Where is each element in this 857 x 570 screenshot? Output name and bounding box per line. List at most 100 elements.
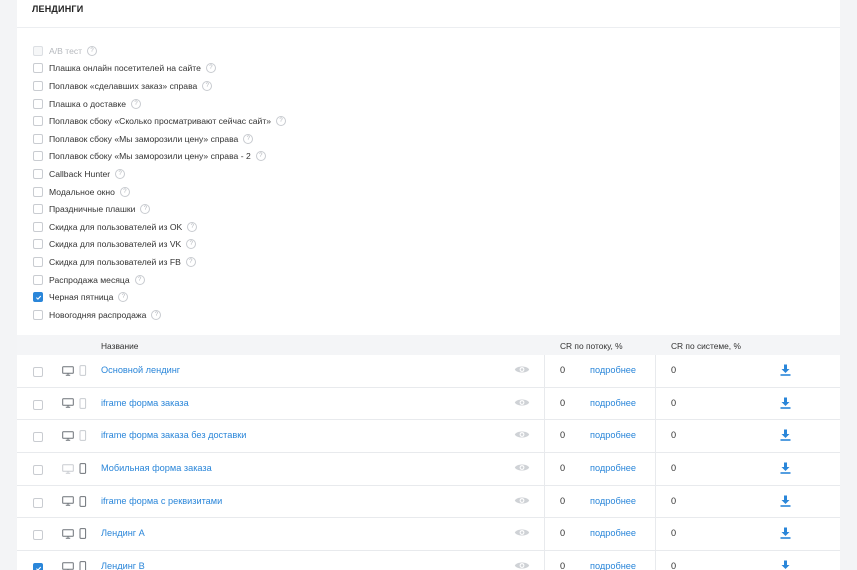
device-icons xyxy=(62,561,87,570)
option-label: Черная пятница xyxy=(49,292,114,303)
option-checkbox[interactable] xyxy=(33,116,43,127)
download-button[interactable] xyxy=(780,560,791,570)
preview-button[interactable] xyxy=(514,495,530,508)
more-link[interactable]: подробнее xyxy=(590,398,636,408)
question-circle-icon[interactable]: ? xyxy=(131,98,142,109)
question-circle-icon[interactable]: ? xyxy=(119,186,130,197)
download-button[interactable] xyxy=(780,495,791,509)
landing-name-link[interactable]: iframe форма заказа xyxy=(101,398,189,408)
eye-icon[interactable] xyxy=(514,397,530,408)
eye-icon[interactable] xyxy=(514,364,530,375)
landing-name-link[interactable]: Лендинг A xyxy=(101,528,145,538)
phone-icon xyxy=(79,365,87,376)
phone-icon xyxy=(79,463,87,474)
option-item: A/B тест? xyxy=(33,42,286,60)
option-checkbox[interactable] xyxy=(33,309,43,320)
column-divider xyxy=(655,453,656,485)
download-button[interactable] xyxy=(780,397,791,411)
more-link[interactable]: подробнее xyxy=(590,496,636,506)
download-icon[interactable] xyxy=(780,462,791,474)
row-checkbox[interactable] xyxy=(33,563,43,570)
eye-icon[interactable] xyxy=(514,527,530,538)
question-circle-icon[interactable]: ? xyxy=(151,309,162,320)
row-checkbox[interactable] xyxy=(33,465,43,476)
download-icon[interactable] xyxy=(780,429,791,442)
more-link[interactable]: подробнее xyxy=(590,561,636,570)
cr-system-value: 0 xyxy=(671,397,677,408)
option-checkbox[interactable] xyxy=(33,256,43,267)
eye-icon[interactable] xyxy=(514,495,530,506)
row-checkbox[interactable] xyxy=(33,399,43,410)
question-circle-icon[interactable]: ? xyxy=(202,80,213,91)
option-item: Поплавок сбоку «Мы заморозили цену» спра… xyxy=(33,130,286,148)
option-checkbox[interactable] xyxy=(33,133,43,144)
download-icon[interactable] xyxy=(780,560,791,570)
option-label: Скидка для пользователей из FB xyxy=(49,256,181,267)
preview-button[interactable] xyxy=(514,527,530,540)
landing-name-link[interactable]: iframe форма заказа без доставки xyxy=(101,430,246,440)
option-label: Модальное окно xyxy=(49,186,115,197)
question-circle-icon[interactable]: ? xyxy=(186,239,197,250)
more-link[interactable]: подробнее xyxy=(590,365,636,375)
landing-name-link[interactable]: iframe форма с реквизитами xyxy=(101,496,222,506)
phone-icon xyxy=(79,561,87,570)
preview-button[interactable] xyxy=(514,364,530,377)
question-circle-icon[interactable]: ? xyxy=(134,274,145,285)
option-checkbox[interactable] xyxy=(33,292,43,303)
option-checkbox[interactable] xyxy=(33,186,43,197)
question-circle-icon[interactable]: ? xyxy=(255,151,266,162)
question-circle-icon[interactable]: ? xyxy=(243,133,254,144)
question-circle-icon[interactable]: ? xyxy=(118,292,129,303)
row-checkbox[interactable] xyxy=(33,497,43,508)
option-checkbox[interactable] xyxy=(33,221,43,232)
eye-icon[interactable] xyxy=(514,560,530,570)
preview-button[interactable] xyxy=(514,397,530,410)
eye-icon[interactable] xyxy=(514,462,530,473)
row-checkbox[interactable] xyxy=(33,530,43,541)
landing-name-link[interactable]: Лендинг B xyxy=(101,561,145,570)
preview-button[interactable] xyxy=(514,462,530,475)
preview-button[interactable] xyxy=(514,429,530,442)
option-item: Скидка для пользователей из OK? xyxy=(33,218,286,236)
preview-button[interactable] xyxy=(514,560,530,570)
eye-icon[interactable] xyxy=(514,429,530,440)
phone-icon xyxy=(79,397,87,409)
more-link[interactable]: подробнее xyxy=(590,463,636,473)
option-checkbox[interactable] xyxy=(33,63,43,74)
landing-name-link[interactable]: Мобильная форма заказа xyxy=(101,463,212,473)
option-checkbox[interactable] xyxy=(33,80,43,91)
option-label: Скидка для пользователей из OK xyxy=(49,221,183,232)
download-icon[interactable] xyxy=(780,527,791,540)
download-button[interactable] xyxy=(780,364,791,378)
download-button[interactable] xyxy=(780,429,791,443)
question-circle-icon[interactable]: ? xyxy=(185,256,196,267)
question-circle-icon[interactable]: ? xyxy=(187,221,198,232)
option-checkbox[interactable] xyxy=(33,98,43,109)
more-link[interactable]: подробнее xyxy=(590,430,636,440)
download-button[interactable] xyxy=(780,527,791,541)
row-checkbox[interactable] xyxy=(33,432,43,443)
question-circle-icon[interactable]: ? xyxy=(115,168,126,179)
option-label: Callback Hunter xyxy=(49,168,111,179)
download-icon[interactable] xyxy=(780,397,791,409)
question-circle-icon[interactable]: ? xyxy=(87,45,98,56)
row-checkbox[interactable] xyxy=(33,367,43,377)
column-divider xyxy=(655,518,656,551)
more-link[interactable]: подробнее xyxy=(590,528,636,538)
option-item: Плашка о доставке? xyxy=(33,95,286,113)
option-checkbox[interactable] xyxy=(33,239,43,250)
option-checkbox[interactable] xyxy=(33,151,43,162)
download-button[interactable] xyxy=(780,462,791,476)
landing-name-link[interactable]: Основной лендинг xyxy=(101,365,180,375)
option-checkbox[interactable] xyxy=(33,274,43,285)
download-icon[interactable] xyxy=(780,364,791,376)
column-divider xyxy=(544,355,545,387)
question-circle-icon[interactable]: ? xyxy=(205,63,216,74)
download-icon[interactable] xyxy=(780,495,791,507)
option-item: Модальное окно? xyxy=(33,183,286,201)
option-checkbox[interactable] xyxy=(33,204,43,215)
question-circle-icon[interactable]: ? xyxy=(276,116,287,127)
option-checkbox[interactable] xyxy=(33,168,43,179)
cr-system-value: 0 xyxy=(671,528,677,539)
question-circle-icon[interactable]: ? xyxy=(140,204,151,215)
